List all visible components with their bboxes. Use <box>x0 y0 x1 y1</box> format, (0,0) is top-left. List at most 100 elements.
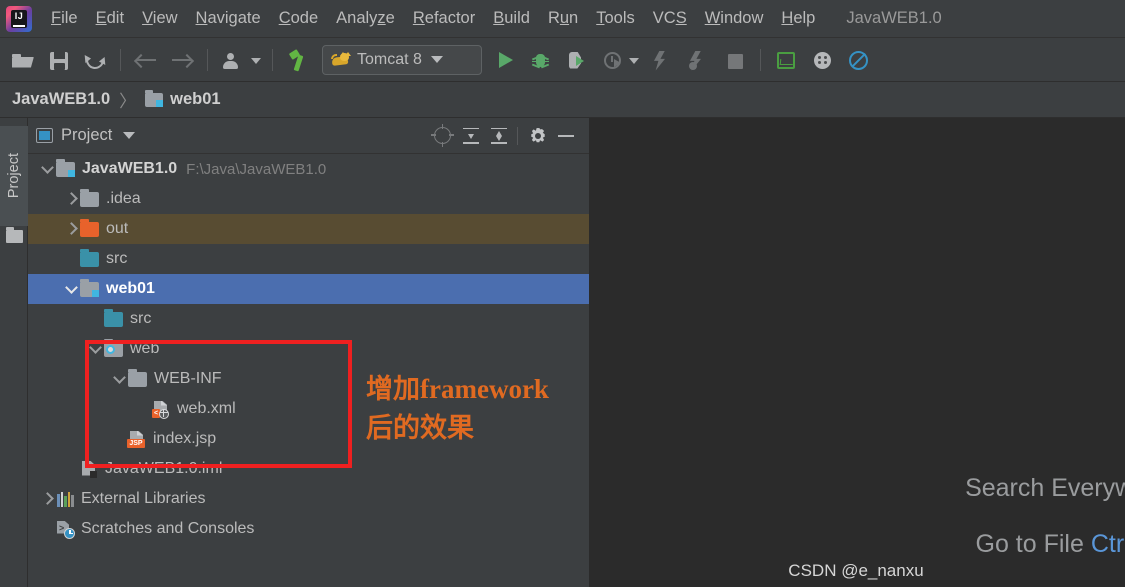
build-hammer-icon[interactable] <box>283 45 313 75</box>
menu-item-code[interactable]: Code <box>270 7 327 30</box>
tree-label: External Libraries <box>81 490 206 507</box>
tree-label: index.jsp <box>153 430 217 447</box>
menu-item-tools[interactable]: Tools <box>587 7 644 30</box>
window-project-title: JavaWEB1.0 <box>846 9 942 27</box>
version-control-user-icon[interactable] <box>218 45 262 75</box>
dots-circle-icon[interactable] <box>807 45 837 75</box>
menu-item-help[interactable]: Help <box>772 7 824 30</box>
refresh-icon[interactable] <box>80 45 110 75</box>
left-tool-window-stripe: Project <box>0 118 28 587</box>
module-folder-icon <box>80 278 99 297</box>
update-application-icon[interactable] <box>648 45 678 75</box>
menu-item-analyze[interactable]: Analyze <box>327 7 404 30</box>
tree-row-project-root[interactable]: JavaWEB1.0 F:\Java\JavaWEB1.0 <box>28 154 589 184</box>
menu-item-refactor[interactable]: Refactor <box>404 7 484 30</box>
tree-row-web01[interactable]: web01 <box>28 274 589 304</box>
monitor-icon[interactable] <box>771 45 801 75</box>
menu-item-view[interactable]: View <box>133 7 186 30</box>
web-resource-folder-icon <box>104 338 123 357</box>
expand-all-icon[interactable] <box>458 123 484 149</box>
chevron-down-icon[interactable] <box>40 161 56 177</box>
breadcrumb-project[interactable]: JavaWEB1.0 <box>12 90 110 109</box>
debug-icon[interactable] <box>526 45 556 75</box>
navigate-forward-icon[interactable] <box>167 45 197 75</box>
collapse-all-icon[interactable] <box>486 123 512 149</box>
folder-icon-gray <box>128 368 147 387</box>
breadcrumb-module[interactable]: web01 <box>170 90 220 109</box>
tree-row-idea[interactable]: .idea <box>28 184 589 214</box>
tree-label: JavaWEB1.0.iml <box>105 460 223 477</box>
chevron-right-icon[interactable] <box>40 491 56 507</box>
chevron-down-icon[interactable] <box>123 132 136 139</box>
jsp-file-icon: JSP <box>127 430 146 448</box>
editor-empty-area: Search Everywhe Go to File Ctrl+S CSDN @… <box>589 118 1125 587</box>
open-folder-icon[interactable] <box>8 45 38 75</box>
toolbar-separator <box>120 48 121 71</box>
run-configuration-selector[interactable]: Tomcat 8 <box>322 44 482 75</box>
chevron-right-icon[interactable] <box>64 221 80 237</box>
chevron-down-icon[interactable] <box>64 281 80 297</box>
hint-go-to-file-shortcut: Ctrl+S <box>1090 530 1125 558</box>
iml-module-file-icon <box>80 460 98 478</box>
select-opened-file-icon[interactable] <box>430 123 456 149</box>
stop-icon[interactable] <box>720 45 750 75</box>
header-separator <box>517 126 518 145</box>
tree-project-path: F:\Java\JavaWEB1.0 <box>186 160 327 178</box>
watermark-text: CSDN @e_nanxu <box>788 561 924 580</box>
tree-row-scratches-consoles[interactable]: > Scratches and Consoles <box>28 514 589 544</box>
chevron-placeholder <box>88 311 104 327</box>
toolbar-separator <box>207 48 208 71</box>
hint-search-everywhere: Search Everywhe <box>965 474 1125 502</box>
profiler-icon[interactable] <box>598 45 642 75</box>
chevron-placeholder <box>40 521 56 537</box>
tree-row-out[interactable]: out <box>28 214 589 244</box>
tree-label: src <box>130 310 152 327</box>
chevron-down-icon[interactable] <box>88 341 104 357</box>
menu-item-navigate[interactable]: Navigate <box>187 7 270 30</box>
hint-go-to-file-label: Go to File <box>975 530 1084 558</box>
tree-label: web01 <box>106 280 155 297</box>
tree-row-src-root[interactable]: src <box>28 244 589 274</box>
globe-icon <box>159 408 169 419</box>
tree-row-iml[interactable]: JavaWEB1.0.iml <box>28 454 589 484</box>
menu-item-run[interactable]: Run <box>539 7 587 30</box>
intellij-idea-logo-icon: IJ <box>6 5 32 32</box>
chevron-right-icon[interactable] <box>64 191 80 207</box>
menu-item-build[interactable]: Build <box>484 7 539 30</box>
breadcrumb-separator: 〉 <box>119 92 137 111</box>
folder-icon-sources <box>104 308 123 327</box>
chevron-placeholder <box>64 461 80 477</box>
tree-label: JavaWEB1.0 <box>82 160 178 177</box>
no-entry-icon[interactable] <box>843 45 873 75</box>
run-icon[interactable] <box>490 45 520 75</box>
chevron-down-icon <box>430 56 443 63</box>
tree-row-web[interactable]: web <box>28 334 589 364</box>
run-configuration-label: Tomcat 8 <box>357 50 422 68</box>
run-with-coverage-icon[interactable] <box>562 45 592 75</box>
annotation-line-1: 增加framework <box>366 374 549 404</box>
tree-label: out <box>106 220 129 237</box>
tree-row-web01-src[interactable]: src <box>28 304 589 334</box>
menu-item-edit[interactable]: Edit <box>87 7 133 30</box>
tree-label: web.xml <box>177 400 236 417</box>
tomcat-cat-icon <box>331 52 351 67</box>
tree-row-external-libraries[interactable]: External Libraries <box>28 484 589 514</box>
redeploy-icon[interactable] <box>684 45 714 75</box>
stripe-tab-project[interactable]: Project <box>0 126 28 226</box>
project-tool-window: Project JavaWEB1.0 F:\Java\JavaWEB1.0 .i… <box>28 118 589 587</box>
menu-item-window[interactable]: Window <box>696 7 773 30</box>
menu-item-file[interactable]: File <box>42 7 87 30</box>
navigate-back-icon[interactable] <box>131 45 161 75</box>
hide-panel-icon[interactable] <box>553 123 579 149</box>
menu-item-vcs[interactable]: VCS <box>644 7 696 30</box>
chevron-placeholder <box>64 251 80 267</box>
tree-label: .idea <box>106 190 141 207</box>
folder-icon[interactable] <box>6 227 23 243</box>
jsp-badge: JSP <box>127 438 145 448</box>
stripe-tab-project-label: Project <box>6 153 22 199</box>
chevron-placeholder <box>136 401 152 417</box>
breadcrumb: JavaWEB1.0 〉 web01 <box>0 82 1125 118</box>
chevron-down-icon[interactable] <box>112 371 128 387</box>
settings-gear-icon[interactable] <box>525 123 551 149</box>
save-all-icon[interactable] <box>44 45 74 75</box>
